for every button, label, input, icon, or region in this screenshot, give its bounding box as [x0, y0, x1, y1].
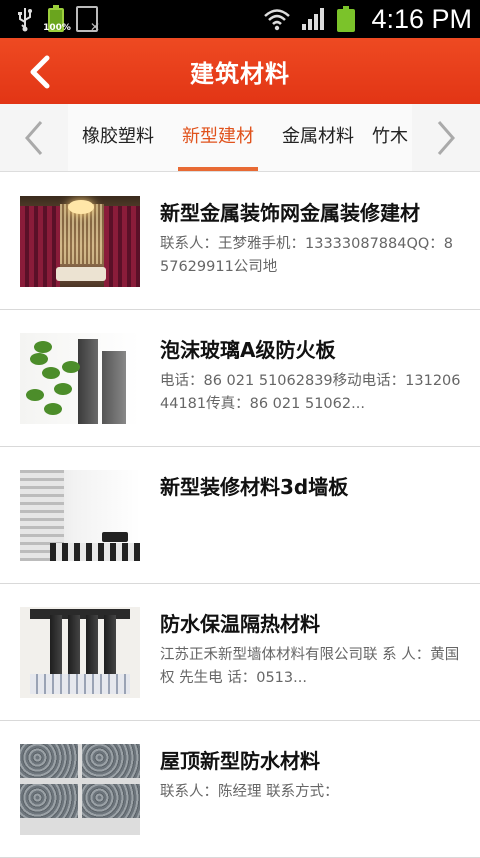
item-description: 联系人：王梦雅手机：13333087884QQ：857629911公司地: [160, 236, 454, 275]
chevron-left-icon: [30, 55, 50, 89]
usb-icon: [14, 6, 36, 32]
signal-icon: [301, 7, 327, 31]
tabs: 橡胶塑料 新型建材 金属材料 竹木: [68, 104, 412, 171]
item-title: 屋顶新型防水材料: [160, 749, 320, 773]
item-title: 新型金属装饰网金属装修建材: [160, 201, 420, 225]
chevron-left-icon: [25, 120, 43, 155]
tab-metal-materials[interactable]: 金属材料: [268, 104, 368, 171]
tabs-next-button[interactable]: [412, 104, 480, 171]
product-thumbnail: [20, 744, 140, 835]
tab-new-building-materials[interactable]: 新型建材: [168, 104, 268, 171]
battery-percent: 100%: [43, 23, 71, 33]
list-item[interactable]: 防水保温隔热材料 江苏正禾新型墙体材料有限公司联 系 人：黄国权 先生电 话：0…: [0, 584, 480, 721]
product-thumbnail: [20, 196, 140, 287]
category-tab-bar: 橡胶塑料 新型建材 金属材料 竹木: [0, 104, 480, 172]
tab-rubber-plastic[interactable]: 橡胶塑料: [68, 104, 168, 171]
list-item[interactable]: 新型装修材料3d墙板: [0, 447, 480, 584]
title-bar: 建筑材料: [0, 38, 480, 104]
page-title: 建筑材料: [190, 59, 290, 88]
item-description: 电话：86 021 51062839移动电话：13120644181传真：86 …: [160, 373, 461, 412]
battery-icon: 100%: [43, 5, 71, 33]
document-icon: [76, 6, 100, 34]
wifi-icon: [263, 7, 291, 31]
product-thumbnail: [20, 333, 140, 424]
product-list: 新型金属装饰网金属装修建材 联系人：王梦雅手机：13333087884QQ：85…: [0, 173, 480, 858]
product-thumbnail: [20, 470, 140, 561]
chevron-right-icon: [437, 120, 455, 155]
back-button[interactable]: [20, 52, 60, 92]
list-item[interactable]: 泡沫玻璃A级防火板 电话：86 021 51062839移动电话：1312064…: [0, 310, 480, 447]
battery-icon: [337, 6, 356, 32]
item-title: 新型装修材料3d墙板: [160, 475, 349, 499]
item-title: 防水保温隔热材料: [160, 612, 320, 636]
tabs-prev-button[interactable]: [0, 104, 68, 171]
status-bar: 100% 4:16 PM: [0, 0, 480, 38]
tab-bamboo-wood[interactable]: 竹木: [368, 104, 412, 171]
list-item[interactable]: 屋顶新型防水材料 联系人：陈经理 联系方式：: [0, 721, 480, 858]
clock: 4:16 PM: [371, 3, 472, 34]
item-description: 江苏正禾新型墙体材料有限公司联 系 人：黄国权 先生电 话：0513...: [160, 647, 460, 686]
product-thumbnail: [20, 607, 140, 698]
item-description: 联系人：陈经理 联系方式：: [160, 784, 339, 800]
list-item[interactable]: 新型金属装饰网金属装修建材 联系人：王梦雅手机：13333087884QQ：85…: [0, 173, 480, 310]
item-title: 泡沫玻璃A级防火板: [160, 338, 336, 362]
